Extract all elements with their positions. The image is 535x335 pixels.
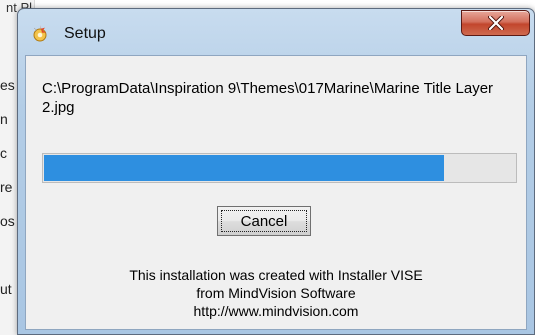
- dialog-client-area: C:\ProgramData\Inspiration 9\Themes\017M…: [25, 55, 527, 330]
- close-icon: [487, 16, 504, 30]
- cancel-button[interactable]: Cancel: [217, 206, 311, 236]
- setup-dialog: Setup C:\ProgramData\Inspiration 9\Theme…: [17, 8, 535, 335]
- dialog-title: Setup: [64, 25, 106, 42]
- progress-bar: [42, 153, 517, 183]
- credits-line: This installation was created with Insta…: [129, 267, 423, 283]
- installer-credits: This installation was created with Insta…: [26, 266, 526, 320]
- progress-bar-fill: [44, 155, 445, 181]
- close-button[interactable]: [461, 10, 530, 36]
- focus-ring: [221, 210, 307, 232]
- setup-icon: [31, 24, 51, 44]
- current-file-path: C:\ProgramData\Inspiration 9\Themes\017M…: [42, 80, 494, 116]
- credits-line: from MindVision Software: [196, 285, 356, 301]
- credits-url: http://www.mindvision.com: [193, 303, 359, 319]
- title-bar[interactable]: Setup: [18, 9, 534, 54]
